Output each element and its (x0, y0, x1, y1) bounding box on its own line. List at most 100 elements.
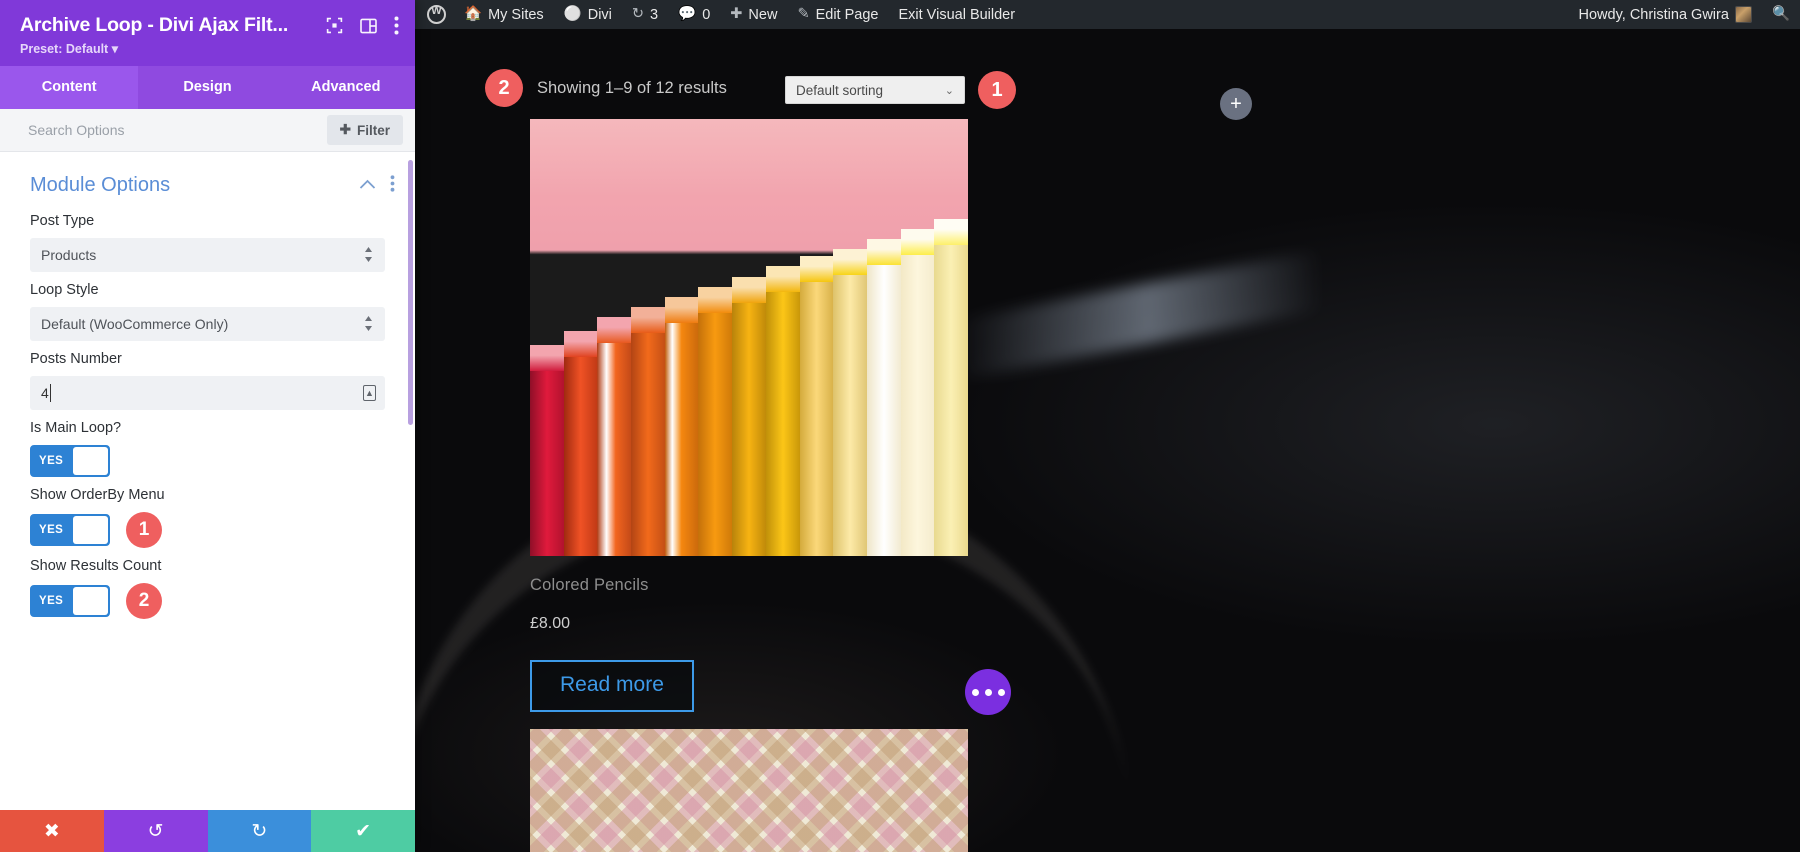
adminbar-item-exit-visual-builder[interactable]: Exit Visual Builder (888, 0, 1025, 29)
updates-icon: ↻ (631, 6, 645, 23)
adminbar-item-comments[interactable]: 💬 0 (668, 0, 720, 29)
tab-advanced[interactable]: Advanced (277, 66, 415, 109)
panel-search-bar: ✚ Filter (0, 109, 415, 152)
add-module-button[interactable]: + (1220, 88, 1252, 120)
posts-number-input[interactable] (30, 376, 385, 410)
sites-icon: 🏠 (464, 6, 483, 23)
pencil (934, 218, 968, 556)
orderby-selected-value: Default sorting (796, 82, 884, 98)
screen-root: 🏠 My Sites ⚪ Divi ↻ 3 💬 0 ✚ New ✎ Edit P… (0, 0, 1800, 852)
field-show-results-count: Show Results Count YES 2 (0, 548, 415, 619)
colored-pencils-image (530, 119, 968, 556)
adminbar-howdy-label: Howdy, Christina Gwira (1578, 6, 1729, 23)
undo-button[interactable]: ↺ (103, 810, 208, 852)
chevron-up-icon[interactable] (359, 177, 376, 195)
visual-builder-canvas: 2 Showing 1–9 of 12 results Default sort… (415, 29, 1800, 852)
show-orderby-menu-toggle[interactable]: YES (30, 514, 110, 546)
pencil (698, 286, 733, 556)
product-card: Colored Pencils £8.00 Read more (530, 119, 968, 712)
orderby-select[interactable]: Default sorting ⌄ (785, 76, 965, 104)
field-label-post-type: Post Type (30, 213, 95, 229)
pencil (765, 266, 800, 556)
toggle-knob (73, 587, 108, 615)
pencil-row (530, 215, 968, 556)
product-price: £8.00 (530, 615, 571, 632)
callout-badge-1: 1 (978, 71, 1016, 109)
field-label-show-orderby-menu: Show OrderBy Menu (30, 487, 165, 503)
chevron-down-icon: ⌄ (944, 84, 954, 97)
undo-icon: ↺ (147, 820, 164, 842)
adminbar-search-button[interactable]: 🔍 (1762, 0, 1800, 29)
adminbar-item-updates[interactable]: ↻ 3 (622, 0, 668, 29)
toggle-knob (73, 447, 108, 475)
close-icon: ✖ (43, 820, 60, 842)
pencil (866, 239, 901, 556)
check-icon: ✔ (355, 820, 372, 842)
filter-button[interactable]: ✚ Filter (326, 115, 403, 145)
pencil (597, 317, 632, 556)
group-title: Module Options (30, 174, 171, 196)
pencil (664, 296, 699, 556)
chevron-down-icon: ▾ (111, 42, 118, 56)
wordpress-logo-icon (427, 5, 446, 24)
panel-preset[interactable]: Preset: Default ▾ (20, 41, 399, 56)
avatar (1734, 6, 1752, 23)
module-options-group-header[interactable]: Module Options (0, 152, 415, 203)
adminbar-label-my-sites: My Sites (488, 6, 544, 23)
field-label-loop-style: Loop Style (30, 282, 99, 298)
toggle-knob (73, 516, 108, 544)
filter-button-label: Filter (356, 122, 390, 138)
adminbar-label-comments: 0 (702, 6, 711, 23)
layout-icon[interactable] (360, 18, 377, 38)
tab-design[interactable]: Design (138, 66, 276, 109)
post-type-select[interactable]: Products (30, 238, 385, 272)
search-input[interactable] (0, 122, 327, 138)
adminbar-item-new[interactable]: ✚ New (720, 0, 787, 29)
pencil (900, 228, 935, 556)
show-results-count-toggle[interactable]: YES (30, 585, 110, 617)
cancel-button[interactable]: ✖ (0, 810, 104, 852)
panel-preset-label: Preset: Default (20, 42, 109, 56)
adminbar-item-howdy[interactable]: Howdy, Christina Gwira (1569, 0, 1762, 29)
plus-icon: ✚ (339, 122, 351, 137)
panel-footer: ✖ ↺ ↻ ✔ (0, 810, 415, 852)
page-settings-fab[interactable] (965, 669, 1011, 715)
field-label-is-main-loop: Is Main Loop? (30, 420, 122, 436)
adminbar-label-edit-page: Edit Page (815, 6, 879, 23)
adminbar-item-edit-page[interactable]: ✎ Edit Page (787, 0, 888, 29)
save-button[interactable]: ✔ (311, 810, 415, 852)
redo-button[interactable]: ↻ (207, 810, 312, 852)
pencil (833, 249, 867, 556)
product-title[interactable]: Colored Pencils (530, 576, 968, 595)
loop-style-select[interactable]: Default (WooCommerce Only) (30, 307, 385, 341)
read-more-button[interactable]: Read more (530, 660, 694, 712)
adminbar-item-divi[interactable]: ⚪ Divi (554, 0, 622, 29)
pencil (799, 256, 834, 556)
field-is-main-loop: Is Main Loop? YES (0, 410, 415, 477)
panel-header: Archive Loop - Divi Ajax Filt... Preset:… (0, 0, 415, 66)
pencil (530, 344, 564, 556)
field-posts-number: Posts Number ▲ (0, 341, 415, 410)
divi-module-settings-panel: Archive Loop - Divi Ajax Filt... Preset:… (0, 0, 415, 852)
more-vertical-icon[interactable] (390, 174, 395, 197)
adminbar-label-exit-visual-builder: Exit Visual Builder (898, 6, 1016, 23)
toggle-value-label: YES (39, 524, 64, 536)
redo-icon: ↻ (251, 820, 268, 842)
toggle-value-label: YES (39, 455, 64, 467)
field-label-posts-number: Posts Number (30, 351, 122, 367)
focus-icon[interactable] (326, 17, 343, 38)
more-vertical-icon[interactable] (394, 16, 399, 39)
text-cursor (50, 384, 51, 402)
next-product-image (530, 729, 968, 852)
adminbar-item-my-sites[interactable]: 🏠 My Sites (454, 0, 554, 29)
tab-content[interactable]: Content (0, 66, 139, 109)
field-post-type: Post Type Products (0, 203, 415, 272)
panel-options-body: Module Options Post Type Products Loop S… (0, 152, 415, 810)
callout-badge-2: 2 (485, 69, 523, 107)
range-toggle-icon[interactable]: ▲ (363, 385, 376, 401)
panel-header-icons (326, 12, 399, 39)
pencil (732, 276, 766, 556)
is-main-loop-toggle[interactable]: YES (30, 445, 110, 477)
adminbar-item-wordpress[interactable] (415, 0, 454, 29)
panel-scrollbar[interactable] (408, 160, 413, 425)
